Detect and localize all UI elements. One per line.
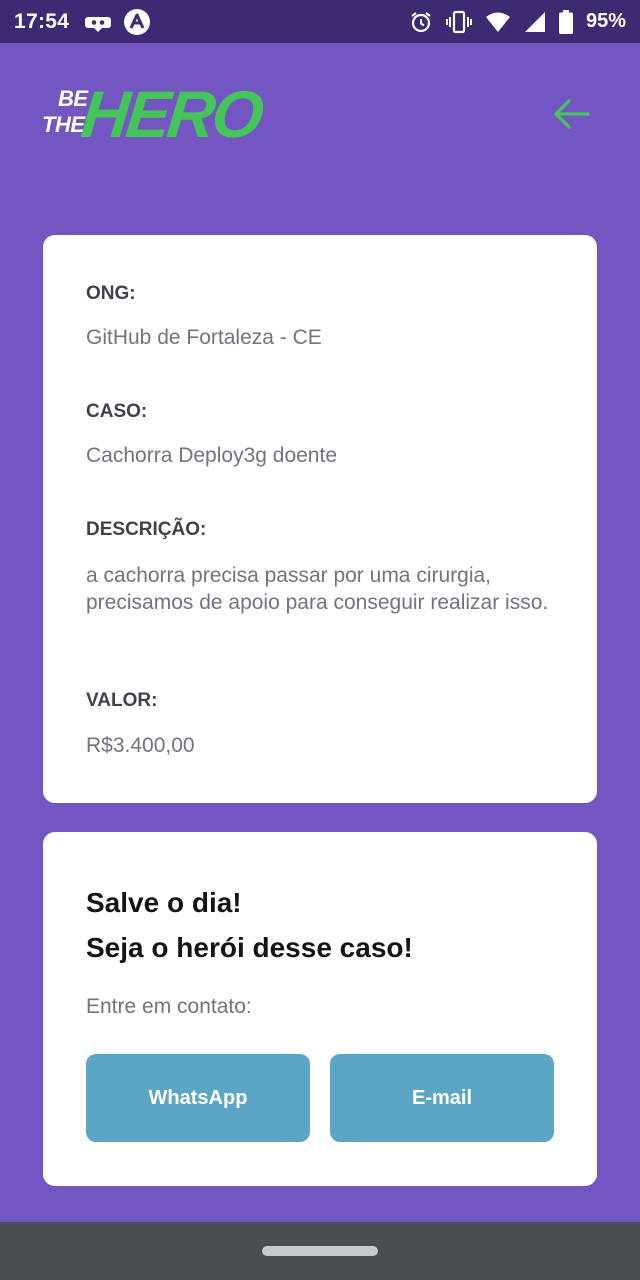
battery-percent: 95% (585, 10, 626, 32)
signal-icon (524, 11, 546, 33)
status-bar: 17:54 95% (0, 0, 640, 43)
email-button[interactable]: E-mail (330, 1054, 554, 1142)
logo-text-the: THE (42, 112, 85, 137)
be-the-hero-logo: BE THE HERO (42, 77, 265, 154)
arrow-left-icon (554, 99, 590, 129)
value-label: VALOR: (86, 690, 158, 711)
description-label: DESCRIÇÃO: (86, 519, 207, 540)
contact-title-line2: Seja o herói desse caso! (86, 932, 413, 963)
home-gesture-handle[interactable] (262, 1246, 378, 1256)
contact-description: Entre em contato: (86, 995, 252, 1018)
case-value: Cachorra Deploy3g doente (86, 444, 337, 467)
ong-value: GitHub de Fortaleza - CE (86, 326, 322, 349)
value-amount: R$3.400,00 (86, 734, 195, 757)
whatsapp-button[interactable]: WhatsApp (86, 1054, 310, 1142)
contact-title-line1: Salve o dia! (86, 887, 242, 918)
contact-title: Salve o dia! Seja o herói desse caso! (86, 880, 413, 970)
back-button[interactable] (550, 92, 594, 136)
email-button-label: E-mail (411, 1086, 473, 1109)
case-label: CASO: (86, 401, 148, 422)
alarm-icon (409, 10, 433, 34)
logo-text-hero: HERO (78, 77, 265, 151)
status-time: 17:54 (14, 9, 70, 33)
vibrate-icon (445, 10, 472, 34)
app-a-icon (123, 8, 151, 36)
whatsapp-button-label: WhatsApp (148, 1086, 248, 1109)
case-details-card: ONG: GitHub de Fortaleza - CE CASO: Cach… (43, 235, 597, 803)
battery-icon (558, 9, 573, 34)
navigation-bar (0, 1222, 640, 1280)
ong-label: ONG: (86, 283, 136, 304)
contact-card: Salve o dia! Seja o herói desse caso! En… (43, 832, 597, 1186)
description-value: a cachorra precisa passar por uma cirurg… (86, 564, 549, 614)
wifi-icon (485, 11, 511, 33)
game-controller-icon (85, 11, 112, 33)
